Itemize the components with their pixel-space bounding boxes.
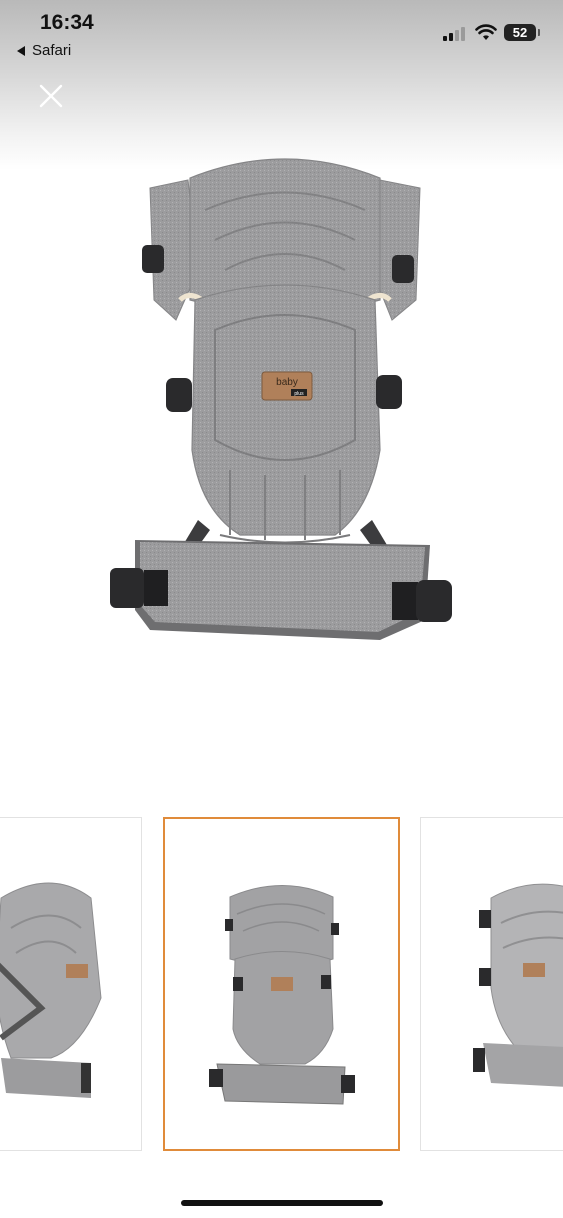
back-triangle-icon: [17, 45, 25, 56]
back-to-safari-link[interactable]: Safari: [17, 42, 71, 59]
thumbnail-2-selected[interactable]: [163, 817, 400, 1151]
thumbnail-1-image: [0, 818, 141, 1150]
battery-tip: [538, 29, 540, 36]
image-viewer-screen: 16:34 Safari 52 baby plus: [0, 0, 563, 1218]
brand-label-line1: baby: [276, 377, 298, 388]
thumbnail-1[interactable]: [0, 817, 142, 1151]
back-app-label: Safari: [32, 42, 72, 59]
close-button[interactable]: [32, 78, 68, 114]
cellular-signal-icon: [443, 27, 465, 41]
home-indicator[interactable]: [181, 1200, 383, 1206]
battery-icon: 52: [504, 24, 536, 41]
brand-label-line2: plus: [294, 391, 304, 397]
thumbnail-3-image: [421, 818, 563, 1150]
close-icon: [39, 84, 63, 108]
wifi-icon: [475, 24, 497, 40]
thumbnail-3[interactable]: [420, 817, 563, 1151]
thumbnail-2-image: [165, 819, 398, 1149]
status-bar: 16:34 Safari 52: [0, 0, 563, 70]
status-time: 16:34: [40, 11, 94, 34]
main-product-image: baby plus: [110, 158, 452, 640]
